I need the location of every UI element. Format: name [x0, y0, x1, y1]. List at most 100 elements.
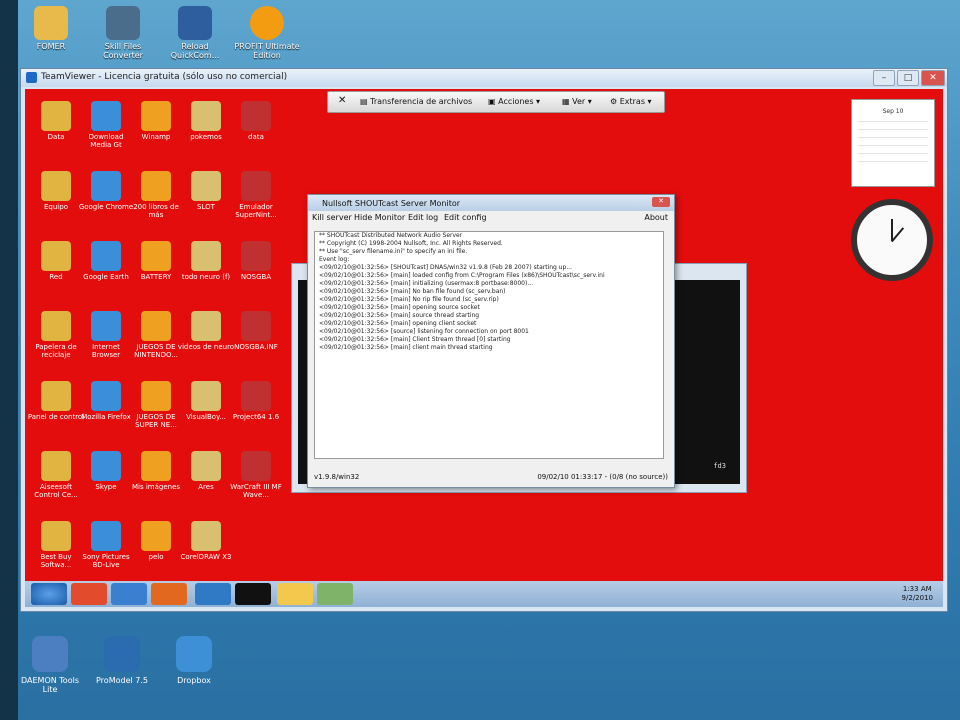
log-line: <09/02/10@01:32:56> [main] client main t… — [319, 344, 493, 351]
teamviewer-icon — [26, 72, 37, 83]
log-line: Event log: — [319, 256, 350, 263]
log-line: ** SHOUTcast Distributed Network Audio S… — [319, 232, 463, 239]
daemon-tools-icon — [32, 636, 68, 672]
teamviewer-taskbar-icon[interactable] — [195, 583, 231, 605]
close-connection-button[interactable]: ✕ — [338, 95, 346, 106]
app-icon — [41, 101, 71, 131]
clock-gadget[interactable] — [851, 199, 933, 281]
log-line: <09/02/10@01:32:56> [main] source thread… — [319, 312, 480, 319]
app-icon — [91, 101, 121, 131]
menu-edit-log[interactable]: Edit log — [408, 213, 438, 222]
log-line: ** Use "sc_serv filename.ini" to specify… — [319, 248, 468, 255]
extras-menu[interactable]: ⚙ Extras ▾ — [610, 97, 652, 106]
menu-hide-monitor[interactable]: Hide Monitor — [354, 213, 405, 222]
teamviewer-toolbar: ✕ ▤ Transferencia de archivos ▣ Acciones… — [327, 91, 665, 113]
left-edge — [0, 0, 18, 720]
log-line: <09/02/10@01:32:56> [main] Client Stream… — [319, 336, 511, 343]
remote-desktop-icon[interactable]: data — [227, 101, 285, 141]
desktop-icon-dropbox[interactable]: Dropbox — [164, 636, 224, 685]
file-transfer-button[interactable]: ▤ Transferencia de archivos — [360, 97, 472, 106]
status-bar: v1.9.8/win32 09/02/10 01:33:17 - (0/8 (n… — [314, 473, 668, 481]
remote-desktop-icon[interactable]: NOSGBA.INF — [227, 311, 285, 351]
app-icon — [141, 451, 171, 481]
remote-desktop-icon[interactable]: Project64 1.6 — [227, 381, 285, 421]
firefox-taskbar-icon[interactable] — [151, 583, 187, 605]
desktop-icon-skill-files[interactable]: Skill Files Converter — [90, 6, 156, 60]
remote-taskbar: 1:33 AM 9/2/2010 — [25, 581, 943, 607]
app-icon — [91, 381, 121, 411]
app-icon — [141, 241, 171, 271]
window-title: TeamViewer - Licencia gratuita (sólo uso… — [41, 72, 288, 82]
fomer-icon — [34, 6, 68, 40]
app-icon — [191, 101, 221, 131]
view-menu[interactable]: ▦ Ver ▾ — [562, 97, 592, 106]
desktop-icon-promodel[interactable]: ProModel 7.5 — [92, 636, 152, 685]
close-button[interactable]: ✕ — [652, 197, 670, 207]
maximize-button[interactable]: □ — [897, 70, 919, 86]
desktop-icon-reload[interactable]: Reload QuickCom... — [162, 6, 228, 60]
shoutcast-menubar: Kill server Hide Monitor Edit log Edit c… — [308, 211, 674, 225]
app-icon — [41, 171, 71, 201]
reload-icon — [178, 6, 212, 40]
teamviewer-window: TeamViewer - Licencia gratuita (sólo uso… — [20, 68, 948, 612]
log-line: <09/02/10@01:32:56> [main] opening clien… — [319, 320, 477, 327]
app-icon — [241, 451, 271, 481]
app-icon — [91, 451, 121, 481]
app-icon — [141, 311, 171, 341]
calendar-gadget[interactable]: Sep 10 — [851, 99, 935, 187]
app-icon — [141, 101, 171, 131]
app-icon — [241, 311, 271, 341]
ie-taskbar-icon[interactable] — [111, 583, 147, 605]
console-taskbar-icon[interactable] — [235, 583, 271, 605]
app-icon — [141, 521, 171, 551]
app-icon — [141, 171, 171, 201]
remote-desktop-icon[interactable]: WarCraft III MF Wave... — [227, 451, 285, 499]
app-icon — [241, 381, 271, 411]
menu-edit-config[interactable]: Edit config — [444, 213, 487, 222]
app-icon — [191, 381, 221, 411]
log-pane[interactable]: ** SHOUTcast Distributed Network Audio S… — [314, 231, 664, 459]
start-button[interactable] — [31, 583, 67, 605]
log-line: <09/02/10@01:32:56> [main] loaded config… — [319, 272, 605, 279]
app-icon — [241, 101, 271, 131]
promodel-icon — [104, 636, 140, 672]
chrome-taskbar-icon[interactable] — [71, 583, 107, 605]
app-icon — [191, 241, 221, 271]
minimize-button[interactable]: – — [873, 70, 895, 86]
remote-desktop-icon[interactable]: Emulador SuperNint... — [227, 171, 285, 219]
desktop-icon-profit[interactable]: PROFIT Ultimate Edition — [234, 6, 300, 60]
app-icon — [91, 171, 121, 201]
app-icon — [191, 311, 221, 341]
app-icon — [141, 381, 171, 411]
tray-clock[interactable]: 1:33 AM 9/2/2010 — [902, 585, 933, 603]
menu-about[interactable]: About — [644, 213, 668, 222]
app-icon — [41, 451, 71, 481]
app-taskbar-icon[interactable] — [317, 583, 353, 605]
remote-desktop[interactable]: ✕ ▤ Transferencia de archivos ▣ Acciones… — [25, 89, 943, 607]
app-icon — [91, 311, 121, 341]
shoutcast-taskbar-icon[interactable] — [277, 583, 313, 605]
remote-desktop-icon[interactable]: CorelDRAW X3 — [177, 521, 235, 561]
desktop-icon-fomer[interactable]: FOMER — [18, 6, 84, 51]
app-icon — [91, 521, 121, 551]
app-icon — [41, 311, 71, 341]
app-icon — [191, 171, 221, 201]
shoutcast-titlebar[interactable]: Nullsoft SHOUTcast Server Monitor ✕ — [308, 195, 674, 211]
desktop-icon-daemon-tools[interactable]: DAEMON Tools Lite — [20, 636, 80, 694]
dropbox-icon — [176, 636, 212, 672]
log-line: <09/02/10@01:32:56> [SHOUTcast] DNAS/win… — [319, 264, 573, 271]
converter-icon — [106, 6, 140, 40]
log-line: ** Copyright (C) 1998-2004 Nullsoft, Inc… — [319, 240, 503, 247]
app-icon — [191, 521, 221, 551]
menu-kill-server[interactable]: Kill server — [312, 213, 352, 222]
app-icon — [241, 241, 271, 271]
calendar-grid — [858, 119, 928, 169]
log-line: <09/02/10@01:32:56> [main] opening sourc… — [319, 304, 480, 311]
remote-desktop-icon[interactable]: NOSGBA — [227, 241, 285, 281]
log-line: <09/02/10@01:32:56> [source] listening f… — [319, 328, 529, 335]
close-button[interactable]: ✕ — [921, 70, 945, 86]
shoutcast-monitor-window[interactable]: Nullsoft SHOUTcast Server Monitor ✕ Kill… — [307, 194, 675, 488]
actions-menu[interactable]: ▣ Acciones ▾ — [488, 97, 540, 106]
profit-icon — [250, 6, 284, 40]
teamviewer-titlebar[interactable]: TeamViewer - Licencia gratuita (sólo uso… — [21, 69, 947, 87]
